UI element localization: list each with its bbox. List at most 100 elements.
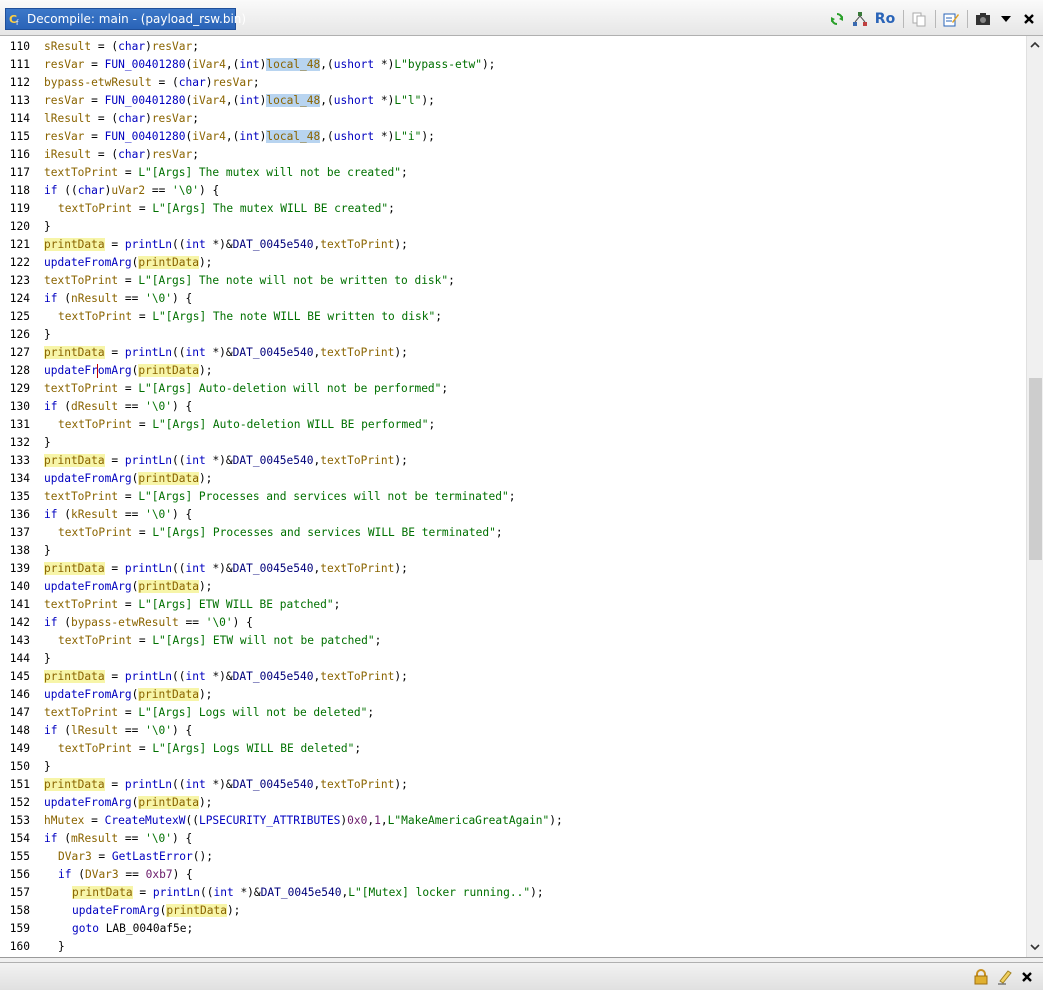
code-token[interactable]: ) { xyxy=(233,616,253,629)
code-token[interactable]: resVar xyxy=(152,112,192,125)
code-token[interactable]: printData xyxy=(44,238,105,251)
code-token[interactable]: (( xyxy=(185,814,198,827)
code-token[interactable]: textToPrint xyxy=(58,202,132,215)
code-token[interactable]: DAT_0045e540 xyxy=(233,562,314,575)
code-text[interactable]: textToPrint = L"[Args] The mutex will no… xyxy=(32,164,408,182)
code-token[interactable]: LPSECURITY_ATTRIBUTES xyxy=(199,814,340,827)
code-token[interactable]: 0x0 xyxy=(347,814,367,827)
code-line[interactable]: 127 printData = printLn((int *)&DAT_0045e… xyxy=(0,344,1024,362)
code-token[interactable]: ; xyxy=(401,166,408,179)
code-token[interactable]: = xyxy=(105,238,125,251)
code-token[interactable]: ( xyxy=(57,616,71,629)
code-token[interactable]: = ( xyxy=(91,112,118,125)
code-token[interactable]: L"l" xyxy=(394,94,421,107)
code-token[interactable]: L"[Mutex] locker running.." xyxy=(348,886,530,899)
code-token[interactable]: printData xyxy=(138,580,199,593)
code-token[interactable]: = xyxy=(132,310,152,323)
code-line[interactable]: 116 iResult = (char)resVar; xyxy=(0,146,1024,164)
code-token[interactable]: iVar4 xyxy=(192,94,226,107)
code-token[interactable]: char xyxy=(179,76,206,89)
code-line[interactable]: 149 textToPrint = L"[Args] Logs WILL BE d… xyxy=(0,740,1024,758)
code-token[interactable]: = xyxy=(132,526,152,539)
code-line[interactable]: 143 textToPrint = L"[Args] ETW will not b… xyxy=(0,632,1024,650)
code-line[interactable]: 131 textToPrint = L"[Args] Auto-deletion … xyxy=(0,416,1024,434)
code-token[interactable]: L"[Args] Processes and services will not… xyxy=(138,490,508,503)
code-text[interactable]: updateFromArg(printData); xyxy=(32,578,212,596)
code-token[interactable]: = xyxy=(118,274,138,287)
code-text[interactable]: updateFromArg(printData); xyxy=(32,254,212,272)
code-token[interactable]: = xyxy=(132,202,152,215)
code-token[interactable]: ( xyxy=(57,400,71,413)
code-token[interactable]: ,( xyxy=(320,58,333,71)
code-token[interactable]: '\0' xyxy=(145,832,172,845)
code-token[interactable]: textToPrint xyxy=(320,238,394,251)
code-line[interactable]: 136 if (kResult == '\0') { xyxy=(0,506,1024,524)
code-token[interactable]: ); xyxy=(549,814,562,827)
code-token[interactable]: ); xyxy=(199,580,212,593)
code-token[interactable]: updateFromArg xyxy=(44,580,132,593)
code-token[interactable]: L"MakeAmericaGreatAgain" xyxy=(388,814,550,827)
code-text[interactable]: textToPrint = L"[Args] ETW WILL BE patch… xyxy=(32,596,340,614)
scroll-up-icon[interactable] xyxy=(1030,40,1040,50)
decompiler-tab[interactable]: Cf Decompile: main - (payload_rsw.bin) xyxy=(5,8,246,30)
code-token[interactable]: hMutex xyxy=(44,814,84,827)
code-token[interactable]: } xyxy=(44,760,51,773)
code-token[interactable]: (( xyxy=(172,670,185,683)
code-token[interactable]: *)& xyxy=(206,454,232,467)
code-token[interactable]: ; xyxy=(441,382,448,395)
code-token[interactable]: printLn xyxy=(125,562,172,575)
code-text[interactable]: if (nResult == '\0') { xyxy=(32,290,192,308)
code-token[interactable]: '\0' xyxy=(206,616,233,629)
code-token[interactable]: int xyxy=(239,94,259,107)
code-token[interactable]: ) { xyxy=(172,508,192,521)
panel-close-icon[interactable] xyxy=(1017,968,1037,986)
code-token[interactable]: ) { xyxy=(172,832,192,845)
code-token[interactable]: int xyxy=(185,670,205,683)
code-token[interactable]: ; xyxy=(253,76,260,89)
code-line[interactable]: 113 resVar = FUN_00401280(iVar4,(int)loca… xyxy=(0,92,1024,110)
code-token[interactable]: updateFromArg xyxy=(44,796,132,809)
code-token[interactable]: (); xyxy=(193,850,213,863)
code-token[interactable]: sResult xyxy=(44,40,91,53)
code-token[interactable]: nResult xyxy=(71,292,118,305)
code-token[interactable]: ( xyxy=(71,868,85,881)
code-token[interactable]: == xyxy=(118,292,145,305)
code-token[interactable]: == xyxy=(118,400,145,413)
code-token[interactable]: textToPrint xyxy=(44,166,118,179)
code-line[interactable]: 120} xyxy=(0,218,1024,236)
code-token[interactable]: ); xyxy=(421,94,434,107)
code-token[interactable]: ); xyxy=(530,886,543,899)
code-token[interactable]: int xyxy=(185,778,205,791)
code-token[interactable]: textToPrint xyxy=(320,778,394,791)
code-text[interactable]: } xyxy=(32,758,51,776)
code-token[interactable]: printLn xyxy=(153,886,200,899)
code-token[interactable]: int xyxy=(213,886,233,899)
code-token[interactable]: == xyxy=(118,832,145,845)
code-line[interactable]: 121 printData = printLn((int *)&DAT_0045e… xyxy=(0,236,1024,254)
code-token[interactable]: ushort xyxy=(334,94,374,107)
code-line[interactable]: 112 bypass-etwResult = (char)resVar; xyxy=(0,74,1024,92)
code-text[interactable]: printData = printLn((int *)&DAT_0045e540… xyxy=(32,236,408,254)
code-token[interactable]: ); xyxy=(394,562,407,575)
code-token[interactable]: FUN_00401280 xyxy=(105,94,186,107)
close-icon[interactable] xyxy=(1019,9,1039,29)
code-token[interactable]: int xyxy=(185,238,205,251)
code-token[interactable]: } xyxy=(58,940,65,953)
edit-icon[interactable] xyxy=(941,9,961,29)
code-line[interactable]: 111 resVar = FUN_00401280(iVar4,(int)loca… xyxy=(0,56,1024,74)
code-line[interactable]: 146 updateFromArg(printData); xyxy=(0,686,1024,704)
code-token[interactable]: textToPrint xyxy=(58,418,132,431)
code-text[interactable]: } xyxy=(32,218,51,236)
code-token[interactable]: DAT_0045e540 xyxy=(233,670,314,683)
code-text[interactable]: updateFromArg(printData); xyxy=(32,362,212,380)
code-line[interactable]: 138} xyxy=(0,542,1024,560)
code-token[interactable]: = xyxy=(84,130,104,143)
code-token[interactable]: dResult xyxy=(71,400,118,413)
code-token[interactable]: L"[Args] Auto-deletion will not be perfo… xyxy=(138,382,441,395)
code-token[interactable]: textToPrint xyxy=(58,526,132,539)
code-token[interactable]: == xyxy=(118,724,145,737)
code-token[interactable]: if xyxy=(44,832,57,845)
code-token[interactable]: ; xyxy=(509,490,516,503)
code-token[interactable]: ); xyxy=(394,238,407,251)
code-token[interactable]: uVar2 xyxy=(111,184,145,197)
